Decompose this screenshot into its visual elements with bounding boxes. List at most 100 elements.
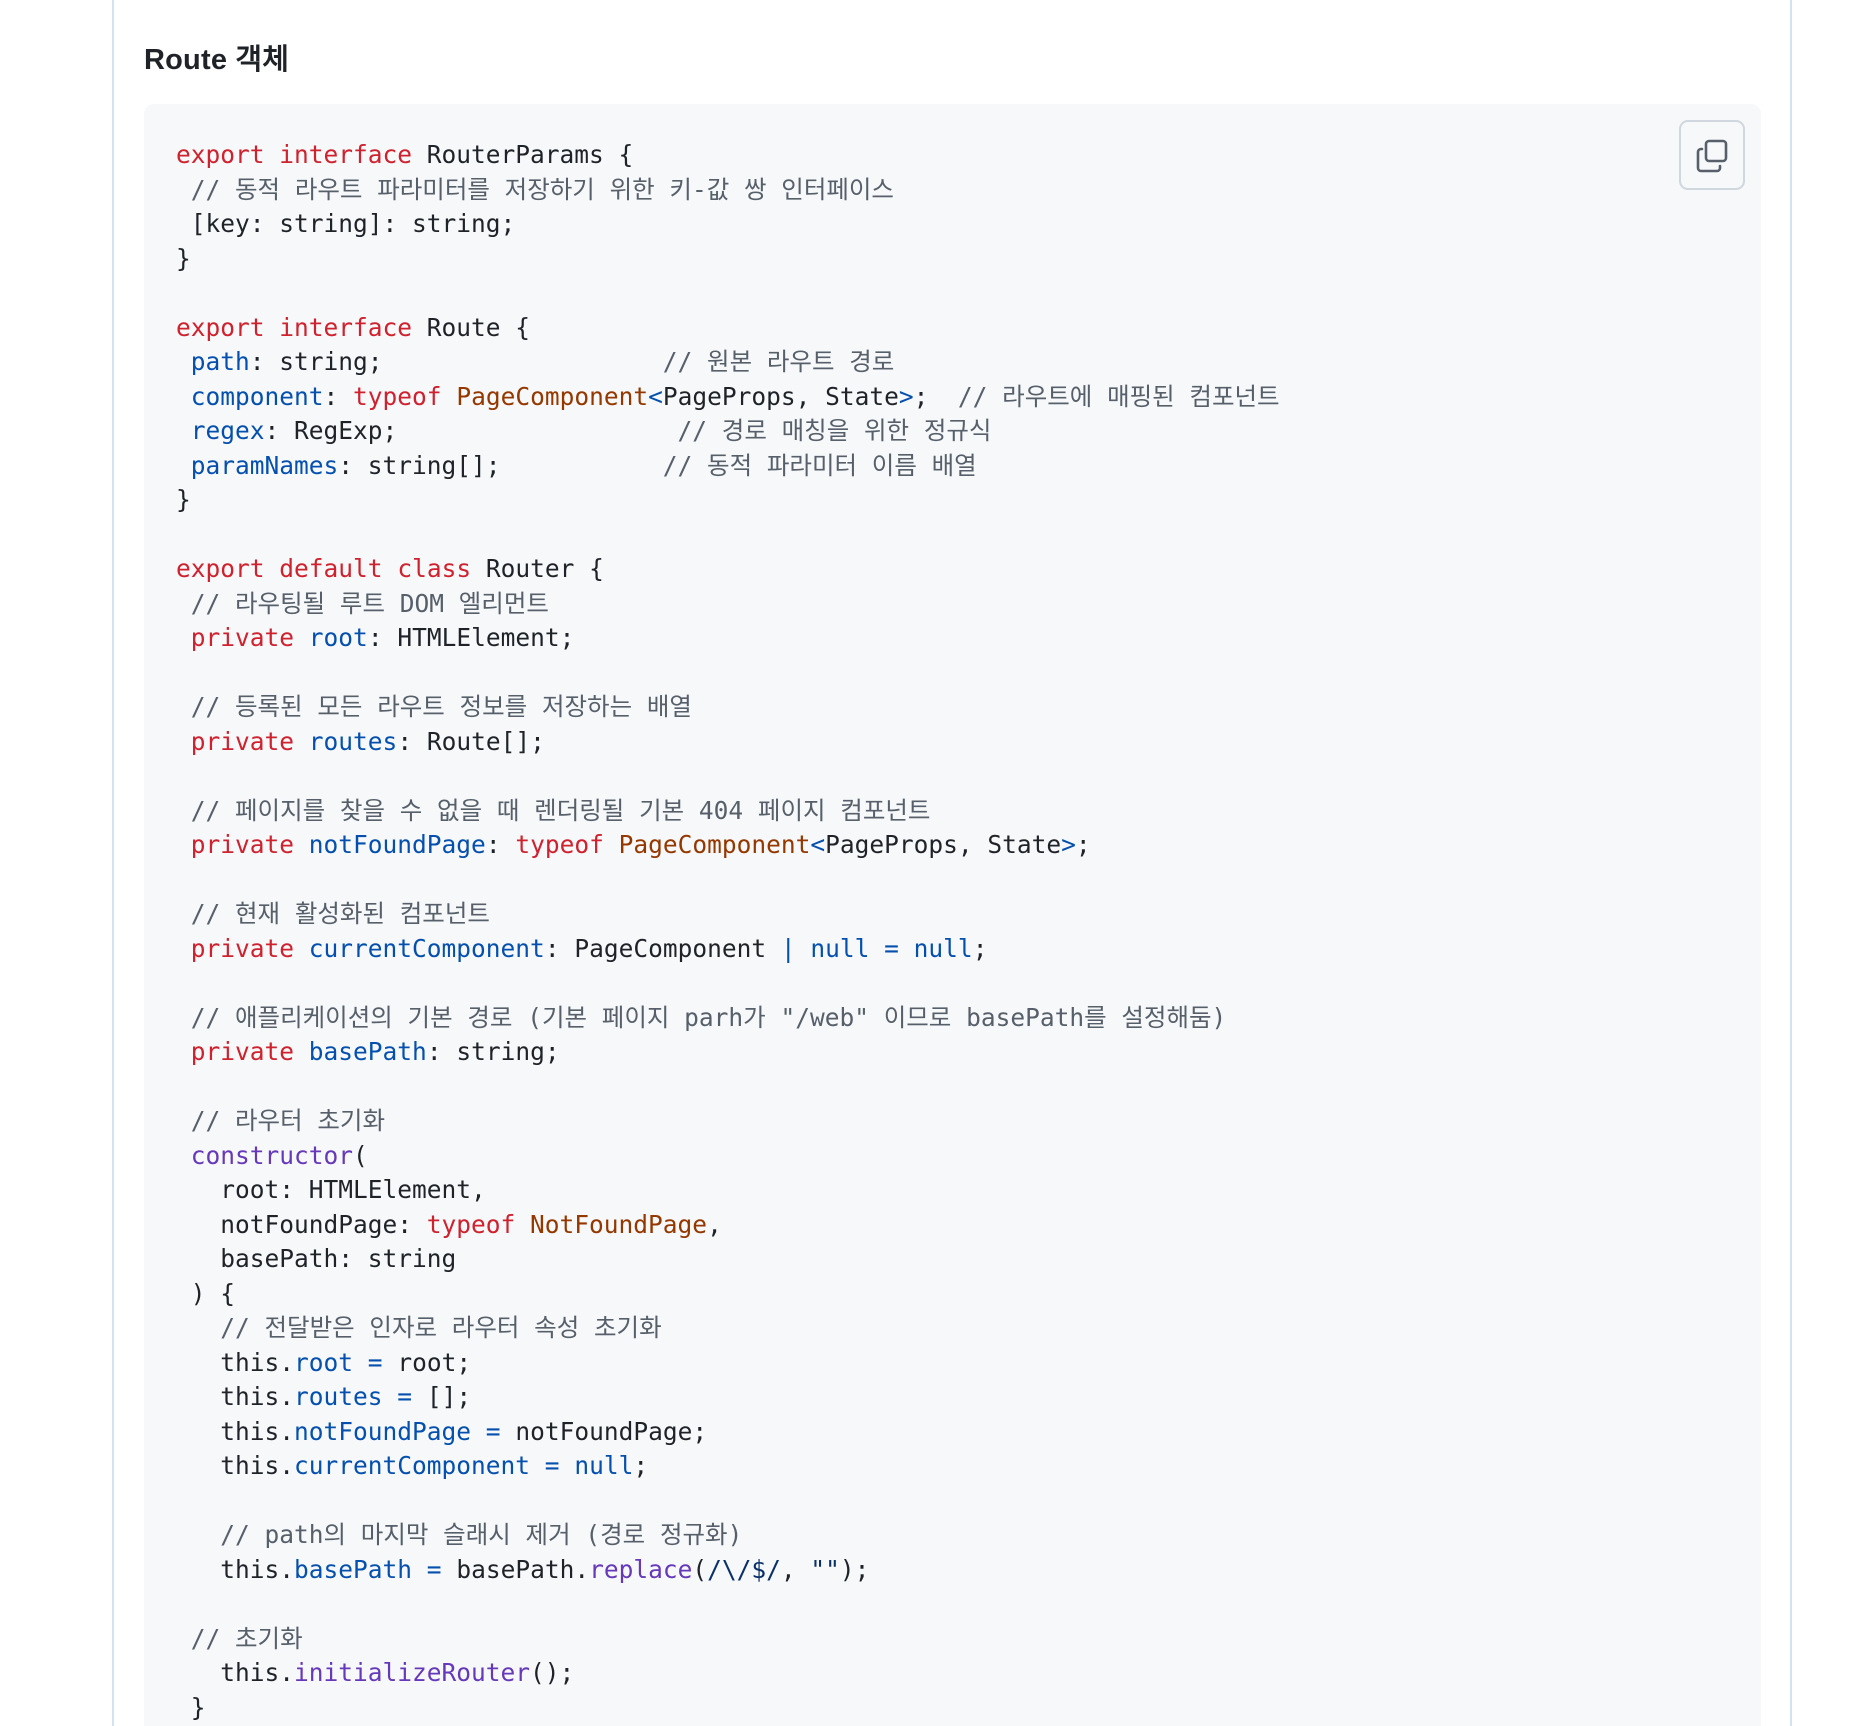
code-keyword: interface bbox=[279, 312, 413, 342]
code-property: notFoundPage bbox=[294, 1416, 472, 1446]
code-line: export interface RouterParams { bbox=[176, 138, 1280, 173]
code-keyword: private bbox=[190, 1037, 295, 1066]
code-keyword: export bbox=[176, 140, 265, 169]
code-text: ( bbox=[353, 1140, 368, 1170]
code-line: private root: HTMLElement; bbox=[176, 621, 1280, 656]
code-content: export interface RouterParams { // 동적 라우… bbox=[176, 138, 1280, 1725]
code-keyword: default bbox=[279, 554, 383, 583]
code-keyword: typeof bbox=[353, 381, 442, 411]
code-comment: // 등록된 모든 라우트 정보를 저장하는 배열 bbox=[190, 692, 692, 721]
code-operator: < bbox=[648, 381, 663, 411]
code-line: // 현재 활성화된 컴포넌트 bbox=[176, 897, 1280, 932]
code-comment: // path의 마지막 슬래시 제거 (경로 정규화) bbox=[220, 1520, 743, 1549]
code-property: notFoundPage bbox=[308, 830, 486, 859]
code-keyword: private bbox=[190, 830, 295, 859]
code-text: root: HTMLElement, bbox=[176, 1175, 486, 1204]
code-line: } bbox=[176, 242, 1280, 277]
code-line: // 라우터 초기화 bbox=[176, 1104, 1280, 1139]
code-keyword: typeof bbox=[426, 1209, 516, 1239]
code-function: constructor bbox=[190, 1140, 354, 1170]
code-property: currentComponent bbox=[308, 933, 545, 963]
code-text: : string; bbox=[426, 1037, 560, 1066]
code-text: : bbox=[323, 381, 354, 411]
code-line: // 전달받은 인자로 라우터 속성 초기화 bbox=[176, 1311, 1280, 1346]
code-property: regex bbox=[190, 416, 265, 445]
code-comment: // 현재 활성화된 컴포넌트 bbox=[190, 899, 490, 928]
code-comment: // 라우터 초기화 bbox=[190, 1106, 386, 1135]
code-line: root: HTMLElement, bbox=[176, 1173, 1280, 1208]
code-text: ); bbox=[839, 1554, 870, 1584]
code-text: basePath: string bbox=[176, 1244, 457, 1273]
code-line: paramNames: string[]; // 동적 파라미터 이름 배열 bbox=[176, 449, 1280, 484]
code-operator: > bbox=[898, 381, 914, 411]
code-comment: // 애플리케이션의 기본 경로 (기본 페이지 parh가 "/web" 이므… bbox=[190, 1002, 1227, 1032]
code-text: ; bbox=[633, 1451, 649, 1480]
code-operator: null bbox=[913, 933, 973, 963]
code-text: this. bbox=[176, 1416, 295, 1446]
code-text: this. bbox=[176, 1451, 295, 1480]
code-line: regex: RegExp; // 경로 매칭을 위한 정규식 bbox=[176, 414, 1280, 449]
code-property: component bbox=[190, 381, 324, 411]
code-text: : string; bbox=[249, 347, 663, 376]
code-text: this. bbox=[176, 1382, 295, 1411]
code-operator: = bbox=[884, 933, 899, 963]
section-heading: Route 객체 bbox=[144, 44, 290, 76]
code-line: this.currentComponent = null; bbox=[176, 1449, 1280, 1484]
code-line: // path의 마지막 슬래시 제거 (경로 정규화) bbox=[176, 1518, 1280, 1553]
code-operator: = bbox=[544, 1451, 560, 1480]
code-comment: // 페이지를 찾을 수 없을 때 렌더링될 기본 404 페이지 컴포넌트 bbox=[190, 795, 931, 825]
code-property: routes bbox=[308, 726, 398, 756]
code-operator: < bbox=[810, 830, 826, 859]
code-property: routes bbox=[294, 1382, 383, 1411]
code-keyword: export bbox=[176, 312, 265, 342]
code-text: []; bbox=[412, 1382, 472, 1411]
code-text: Router { bbox=[471, 554, 604, 583]
code-text: ; bbox=[1075, 830, 1091, 859]
code-line: private notFoundPage: typeof PageCompone… bbox=[176, 828, 1280, 863]
code-operator: = bbox=[397, 1382, 413, 1411]
code-line: constructor( bbox=[176, 1139, 1280, 1174]
code-operator: > bbox=[1061, 830, 1076, 859]
copy-button[interactable] bbox=[1679, 120, 1745, 190]
code-string: "" bbox=[810, 1554, 840, 1584]
code-text: : PageComponent bbox=[544, 933, 781, 963]
code-line: component: typeof PageComponent<PageProp… bbox=[176, 380, 1280, 415]
code-property: basePath bbox=[308, 1037, 427, 1066]
code-comment: // 원본 라우트 경로 bbox=[662, 347, 895, 376]
code-operator: null bbox=[574, 1451, 634, 1480]
code-operator: = bbox=[367, 1347, 383, 1377]
code-keyword: export bbox=[176, 554, 265, 583]
code-line: export default class Router { bbox=[176, 552, 1280, 587]
code-property: currentComponent bbox=[294, 1451, 531, 1480]
